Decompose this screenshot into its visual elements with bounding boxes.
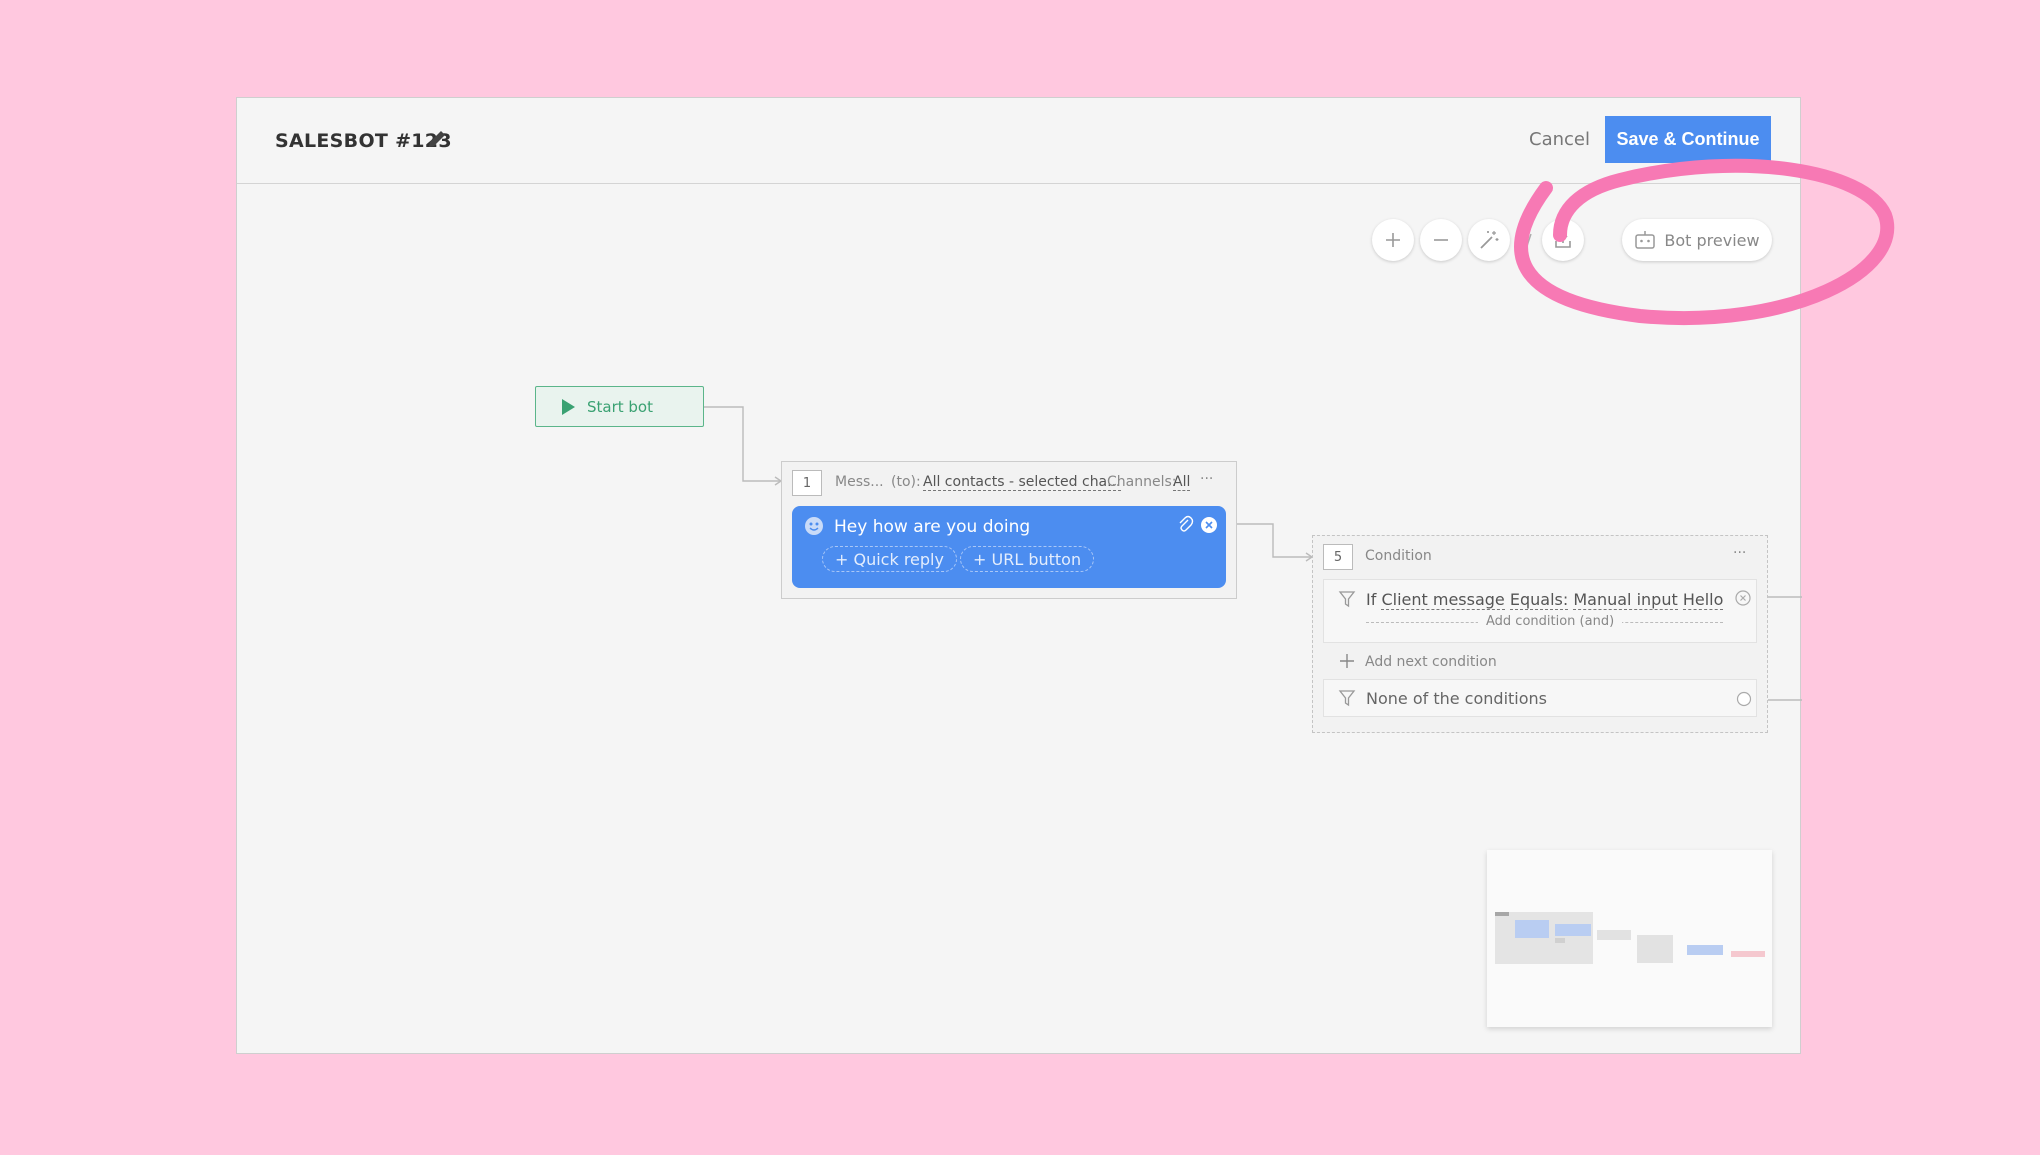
annotation-circle [1514, 158, 1895, 326]
